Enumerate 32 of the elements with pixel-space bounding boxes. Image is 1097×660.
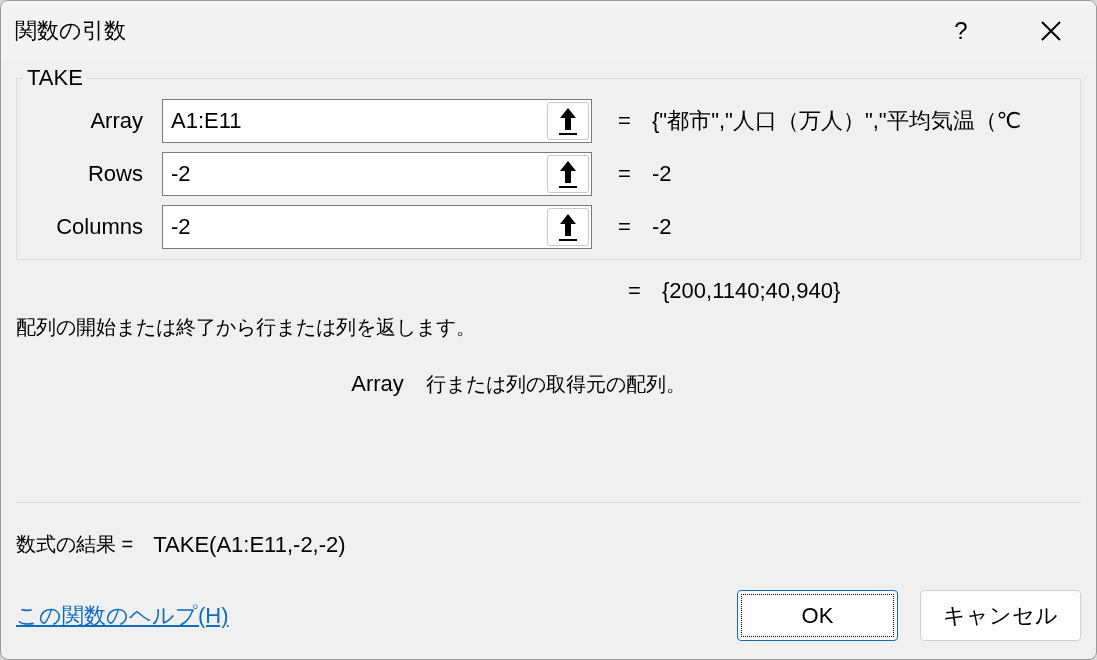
cancel-button[interactable]: キャンセル	[920, 590, 1081, 641]
up-arrow-icon	[558, 106, 578, 136]
equals-sign: =	[618, 108, 632, 134]
collapse-button[interactable]	[547, 102, 589, 140]
argument-field[interactable]: -2	[162, 205, 592, 249]
help-link[interactable]: この関数のヘルプ(H)	[16, 600, 715, 631]
argument-value: {"都市","人口（万人）","平均気温（℃	[652, 107, 1022, 135]
argument-field[interactable]: A1:E11	[162, 99, 592, 143]
argument-name: Array	[351, 371, 404, 398]
argument-value: -2	[652, 161, 672, 187]
equals-sign: =	[628, 278, 642, 304]
formula-result-label: 数式の結果 =	[16, 532, 134, 557]
collapse-button[interactable]	[547, 155, 589, 193]
equals-sign: =	[618, 161, 632, 187]
help-button[interactable]: ?	[916, 1, 1006, 61]
window-title: 関数の引数	[15, 17, 127, 45]
function-result: {200,1140;40,940}	[662, 278, 841, 304]
formula-result-value: TAKE(A1:E11,-2,-2)	[153, 531, 346, 558]
argument-value: -2	[652, 214, 672, 240]
up-arrow-icon	[558, 212, 578, 242]
ok-button[interactable]: OK	[737, 590, 898, 641]
argument-field[interactable]: -2	[162, 152, 592, 196]
function-description: 配列の開始または終了から行または列を返します。	[16, 315, 477, 340]
collapse-button[interactable]	[547, 208, 589, 246]
equals-sign: =	[618, 214, 632, 240]
argument-label: Columns	[55, 214, 143, 240]
argument-description: 行または列の取得元の配列。	[425, 372, 686, 397]
close-icon	[1040, 20, 1062, 42]
argument-label: Array	[89, 108, 143, 134]
argument-label: Rows	[87, 161, 143, 187]
up-arrow-icon	[558, 159, 578, 189]
function-name: TAKE	[26, 65, 84, 91]
